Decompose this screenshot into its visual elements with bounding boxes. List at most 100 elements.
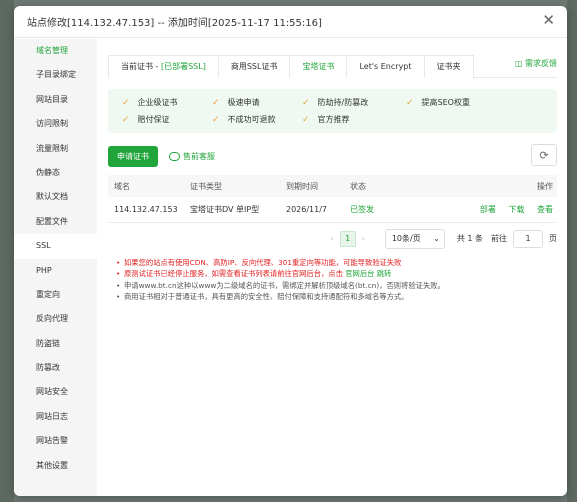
sidebar-item-security[interactable]: 网站安全: [14, 380, 97, 404]
sidebar: 域名管理 子目录绑定 网站目录 访问限制 流量限制 伪静态 默认文档 配置文件 …: [14, 39, 97, 496]
ssl-tabs: 当前证书 - [已部署SSL] 商用SSL证书 宝塔证书 Let's Encry…: [108, 55, 557, 78]
feature-item: ✓ 官方推荐: [302, 114, 406, 125]
official-backend-link[interactable]: 官网后台: [345, 269, 374, 278]
ssl-panel: 当前证书 - [已部署SSL] 商用SSL证书 宝塔证书 Let's Encry…: [97, 39, 567, 496]
feature-label: 极速申请: [227, 98, 260, 107]
presales-support-link[interactable]: 售前客服: [169, 151, 215, 162]
jump-link[interactable]: 跳转: [377, 269, 392, 278]
background-left: [0, 0, 14, 502]
note-test-cert-text: 原测试证书已经停止服务，如需查看证书列表请前往官网后台，点击: [124, 269, 343, 278]
dialog-titlebar: 站点修改[114.132.47.153] -- 添加时间[2025-11-17 …: [14, 6, 567, 38]
sidebar-item-subdir[interactable]: 子目录绑定: [14, 63, 97, 87]
goto-page-input[interactable]: 1: [513, 229, 543, 248]
sidebar-item-reverse-proxy[interactable]: 反向代理: [14, 307, 97, 331]
feature-label: 防劫持/防篡改: [317, 98, 369, 107]
sidebar-item-site-dir[interactable]: 网站目录: [14, 88, 97, 112]
sidebar-item-config-file[interactable]: 配置文件: [14, 210, 97, 234]
sidebar-item-alerts[interactable]: 网站告警: [14, 429, 97, 453]
sidebar-item-access-limit[interactable]: 访问限制: [14, 112, 97, 136]
sidebar-item-ssl[interactable]: SSL: [14, 234, 97, 259]
feedback-label: 需求反馈: [525, 59, 557, 68]
pagination: ‹ 1 › 10条/页 ⌄ 共 1 条 前往 1 页: [108, 228, 557, 249]
feature-item: ✓ 防劫持/防篡改: [302, 97, 406, 108]
header-type: 证书类型: [184, 175, 280, 197]
sidebar-item-php[interactable]: PHP: [14, 259, 97, 283]
action-bar: 申请证书 售前客服 ⟳: [108, 144, 557, 167]
feature-item: ✓ 提高SEO权重: [406, 97, 496, 108]
cell-ops: 部署 下载 查看: [414, 197, 557, 223]
feature-label: 不成功可退款: [227, 115, 276, 124]
sidebar-item-hotlink[interactable]: 防盗链: [14, 332, 97, 356]
feature-item: ✓ 不成功可退款: [212, 114, 302, 125]
tab-current-status: [已部署SSL]: [160, 62, 206, 71]
page-unit-label: 页: [549, 234, 557, 243]
header-expire: 到期时间: [280, 175, 344, 197]
note-cdn-warning: 如果您的站点有使用CDN、高防IP、反向代理、301重定向等功能，可能导致验证失…: [116, 257, 557, 269]
tab-cert-folder[interactable]: 证书夹: [423, 55, 474, 78]
feedback-icon: ◫: [514, 59, 525, 68]
page-number-button[interactable]: 1: [339, 230, 356, 247]
feature-label: 提高SEO权重: [421, 98, 470, 107]
note-test-cert: 原测试证书已经停止服务，如需查看证书列表请前往官网后台，点击 官网后台 跳转: [116, 268, 557, 280]
dialog-title: 站点修改[114.132.47.153] -- 添加时间[2025-11-17 …: [27, 18, 322, 29]
header-domain: 域名: [108, 175, 184, 197]
tab-commercial-ssl[interactable]: 商用SSL证书: [217, 55, 291, 78]
header-status: 状态: [344, 175, 414, 197]
goto-label: 前往: [491, 234, 507, 243]
tab-baota-cert[interactable]: 宝塔证书: [289, 55, 348, 78]
sidebar-item-domain[interactable]: 域名管理: [14, 39, 97, 63]
next-page-button[interactable]: ›: [356, 234, 371, 243]
prev-page-button[interactable]: ‹: [324, 234, 339, 243]
download-link[interactable]: 下载: [508, 205, 524, 214]
feature-list: ✓ 企业级证书 ✓ 极速申请 ✓ 防劫持/防篡改 ✓ 提高SEO权重 ✓ 赔付保证 ✓ 不成…: [108, 89, 557, 133]
feature-item: ✓ 赔付保证: [122, 114, 212, 125]
cell-expire: 2026/11/7: [280, 197, 344, 223]
table-row: 114.132.47.153 宝塔证书DV 单IP型 2026/11/7 已签发…: [108, 197, 557, 223]
page-size-select[interactable]: 10条/页 ⌄: [384, 228, 445, 249]
feedback-link[interactable]: ◫ 需求反馈: [515, 58, 557, 69]
sidebar-item-traffic-limit[interactable]: 流量限制: [14, 137, 97, 161]
feature-item: ✓ 企业级证书: [122, 97, 212, 108]
feature-label: 官方推荐: [317, 115, 350, 124]
sidebar-item-rewrite[interactable]: 伪静态: [14, 161, 97, 185]
refresh-icon[interactable]: ⟳: [531, 144, 557, 166]
sidebar-item-logs[interactable]: 网站日志: [14, 405, 97, 429]
header-ops: 操作: [414, 175, 557, 197]
tab-current-label: 当前证书 -: [121, 62, 161, 71]
status-badge: 已签发: [344, 197, 414, 223]
presales-support-label: 售前客服: [183, 151, 215, 161]
check-icon: ✓: [406, 97, 414, 108]
check-icon: ✓: [302, 97, 310, 108]
tab-letsencrypt[interactable]: Let's Encrypt: [346, 55, 425, 78]
sidebar-item-tamper[interactable]: 防篡改: [14, 356, 97, 380]
check-icon: ✓: [302, 114, 310, 125]
table-header-row: 域名 证书类型 到期时间 状态 操作: [108, 175, 557, 197]
chevron-down-icon: ⌄: [433, 234, 440, 243]
page-size-value: 10条/页: [391, 234, 421, 243]
feature-item: ✓ 极速申请: [212, 97, 302, 108]
total-count: 共 1 条: [456, 234, 483, 243]
sidebar-item-redirect[interactable]: 重定向: [14, 283, 97, 307]
deploy-link[interactable]: 部署: [480, 205, 496, 214]
background-right: [567, 0, 577, 502]
cell-domain: 114.132.47.153: [108, 197, 184, 223]
tab-current-cert[interactable]: 当前证书 - [已部署SSL]: [108, 55, 219, 78]
note-commercial: 商用证书相对于普通证书，具有更高的安全性、赔付保障和支持通配符和多域名等方式。: [116, 291, 557, 303]
view-link[interactable]: 查看: [537, 205, 553, 214]
check-icon: ✓: [212, 97, 220, 108]
sidebar-item-default-doc[interactable]: 默认文档: [14, 185, 97, 209]
sidebar-item-other[interactable]: 其他设置: [14, 454, 97, 478]
cell-type: 宝塔证书DV 单IP型: [184, 197, 280, 223]
feature-label: 企业级证书: [137, 98, 178, 107]
close-icon[interactable]: ✕: [542, 13, 555, 28]
check-icon: ✓: [122, 97, 130, 108]
site-edit-dialog: 站点修改[114.132.47.153] -- 添加时间[2025-11-17 …: [14, 6, 567, 496]
chat-icon: [169, 151, 180, 161]
apply-cert-button[interactable]: 申请证书: [108, 145, 158, 167]
cert-table: 域名 证书类型 到期时间 状态 操作 114.132.47.153 宝塔证书DV…: [108, 175, 557, 223]
check-icon: ✓: [212, 114, 220, 125]
notes-list: 如果您的站点有使用CDN、高防IP、反向代理、301重定向等功能，可能导致验证失…: [108, 257, 557, 303]
feature-label: 赔付保证: [137, 115, 170, 124]
note-www-domain: 申请www.bt.cn这种以www为二级域名的证书，需绑定并解析顶级域名(bt.…: [116, 280, 557, 292]
check-icon: ✓: [122, 114, 130, 125]
